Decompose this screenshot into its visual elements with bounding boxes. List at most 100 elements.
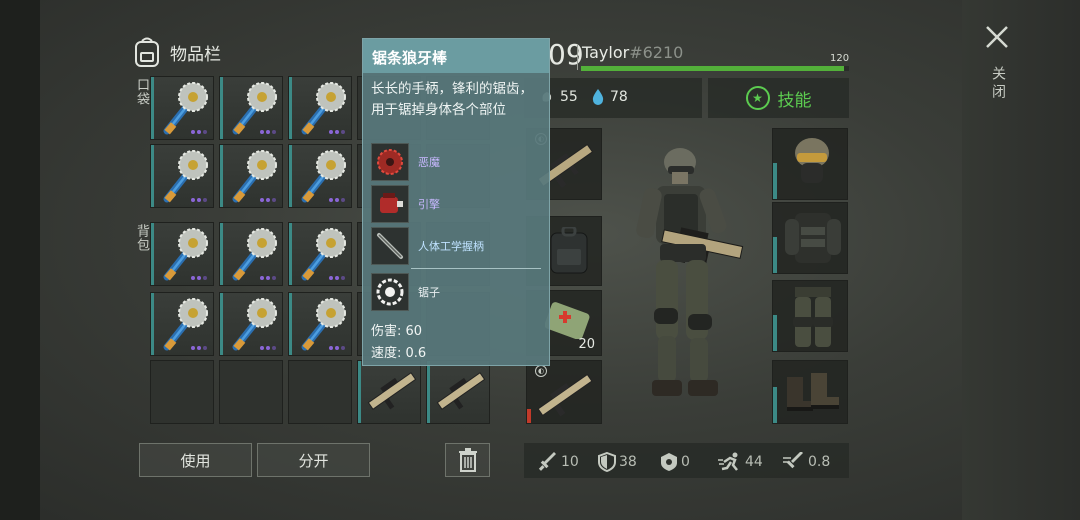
saw-mace-icon: [232, 298, 277, 351]
slot-accent-bar: [151, 223, 154, 285]
rarity-dots: [260, 198, 276, 202]
inventory-slot-empty[interactable]: [150, 360, 214, 424]
use-button[interactable]: 使用: [139, 443, 252, 477]
saw-mace-icon: [301, 150, 346, 203]
inventory-slot-saw-mace[interactable]: [219, 292, 283, 356]
slot-accent-bar: [289, 293, 292, 355]
rifle-icon: [436, 372, 486, 410]
saw-mace-icon: [232, 228, 277, 281]
inventory-slot-saw-mace[interactable]: [150, 144, 214, 208]
attack-value: 10: [561, 454, 579, 470]
saw-blade-icon: [371, 143, 409, 181]
attack-speed-value: 0.8: [808, 454, 831, 470]
inventory-slot-saw-mace[interactable]: [288, 76, 352, 140]
mod-name: 引擎: [418, 198, 440, 211]
slot-accent-bar: [220, 223, 223, 285]
slot-accent-bar: [151, 293, 154, 355]
split-button[interactable]: 分开: [257, 443, 370, 477]
saw-mace-icon: [163, 82, 208, 135]
inventory-slot-saw-mace[interactable]: [219, 76, 283, 140]
grip-icon: [371, 227, 409, 265]
saw-mace-icon: [163, 298, 208, 351]
inventory-slot-saw-mace[interactable]: [288, 222, 352, 286]
pants-icon: [793, 287, 833, 347]
tactical-backpack-icon: [550, 227, 588, 274]
water-drop-icon: [592, 89, 604, 105]
durability-bar: [773, 387, 777, 423]
mod-engine: 引擎: [371, 185, 545, 223]
attack-stat: 10: [538, 452, 579, 472]
tooltip-speed: 速度: 0.6: [371, 346, 427, 361]
swift-sword-icon: [783, 452, 803, 469]
rarity-dots: [191, 346, 207, 350]
armor-stat: 0: [660, 452, 690, 472]
inventory-header: 物品栏: [132, 36, 221, 68]
close-icon[interactable]: [984, 24, 1010, 50]
slot-accent-bar: [220, 145, 223, 207]
skills-button[interactable]: ★ 技能: [708, 78, 849, 118]
saw-mace-icon: [232, 82, 277, 135]
tooltip-damage: 伤害: 60: [371, 324, 423, 339]
saw-mace-icon: [163, 150, 208, 203]
durability-bar: [773, 237, 777, 273]
equip-slot-pants[interactable]: [772, 280, 848, 352]
tooltip-title: 锯条狼牙棒: [363, 39, 549, 73]
inventory-slot-saw-mace[interactable]: [150, 292, 214, 356]
rarity-dots: [191, 130, 207, 134]
equip-slot-helmet[interactable]: [772, 128, 848, 200]
inventory-slot-saw-mace[interactable]: [288, 292, 352, 356]
close-label[interactable]: 关闭: [988, 66, 1008, 102]
rarity-dots: [260, 130, 276, 134]
backpack-icon: [135, 37, 159, 67]
running-icon: [718, 452, 738, 471]
circular-saw-icon: [371, 273, 409, 311]
inventory-slot-rifle[interactable]: [426, 360, 490, 424]
inventory-slot-saw-mace[interactable]: [150, 222, 214, 286]
inventory-slot-empty[interactable]: [219, 360, 283, 424]
inventory-slot-saw-mace[interactable]: [219, 144, 283, 208]
inventory-slot-rifle[interactable]: [357, 360, 421, 424]
star-icon: ★: [745, 86, 770, 110]
slot-accent-bar: [289, 77, 292, 139]
speed-stat: 44: [718, 452, 763, 472]
armor-value: 0: [681, 454, 690, 470]
inventory-slot-empty[interactable]: [288, 360, 352, 424]
rarity-dots: [329, 346, 345, 350]
engine-icon: [371, 185, 409, 223]
skills-label: 技能: [777, 90, 812, 111]
saw-mace-icon: [163, 228, 208, 281]
defense-value: 38: [619, 454, 637, 470]
inventory-slot-saw-mace[interactable]: [288, 144, 352, 208]
header-divider: [577, 44, 578, 70]
rarity-dots: [260, 346, 276, 350]
backpack-label: 背包: [134, 224, 149, 252]
helmet-icon: [795, 138, 829, 183]
mod-ergonomic-grip: 人体工学握柄: [371, 227, 545, 265]
character-model: [636, 148, 744, 396]
inventory-slot-saw-mace[interactable]: [219, 222, 283, 286]
sword-icon: [538, 452, 556, 471]
trash-icon: [458, 448, 477, 472]
inventory-title: 物品栏: [170, 44, 221, 65]
saw-mace-icon: [301, 228, 346, 281]
inventory-slot-saw-mace[interactable]: [150, 76, 214, 140]
shield-icon: [598, 452, 616, 472]
mod-demon: 恶魔: [371, 143, 545, 181]
defense-stat: 38: [598, 452, 637, 472]
equip-slot-secondary-weapon[interactable]: ◐: [526, 360, 602, 424]
slot-accent-bar: [220, 293, 223, 355]
rifle-icon: [367, 372, 417, 410]
rifle-icon: [537, 373, 593, 417]
pocket-label: 口袋: [134, 78, 149, 106]
player-name: Taylor: [582, 43, 630, 62]
durability-bar: [773, 163, 777, 199]
rarity-dots: [329, 276, 345, 280]
boots-icon: [787, 373, 839, 411]
tooltip-description: 长长的手柄，锋利的锯齿，用于锯掉身体各个部位: [371, 81, 533, 118]
slot-accent-bar: [289, 145, 292, 207]
equip-slot-boots[interactable]: [772, 360, 848, 424]
trash-button[interactable]: [445, 443, 490, 477]
equip-slot-body-armor[interactable]: [772, 202, 848, 274]
mod-name: 锯子: [418, 286, 440, 299]
rarity-dots: [329, 130, 345, 134]
